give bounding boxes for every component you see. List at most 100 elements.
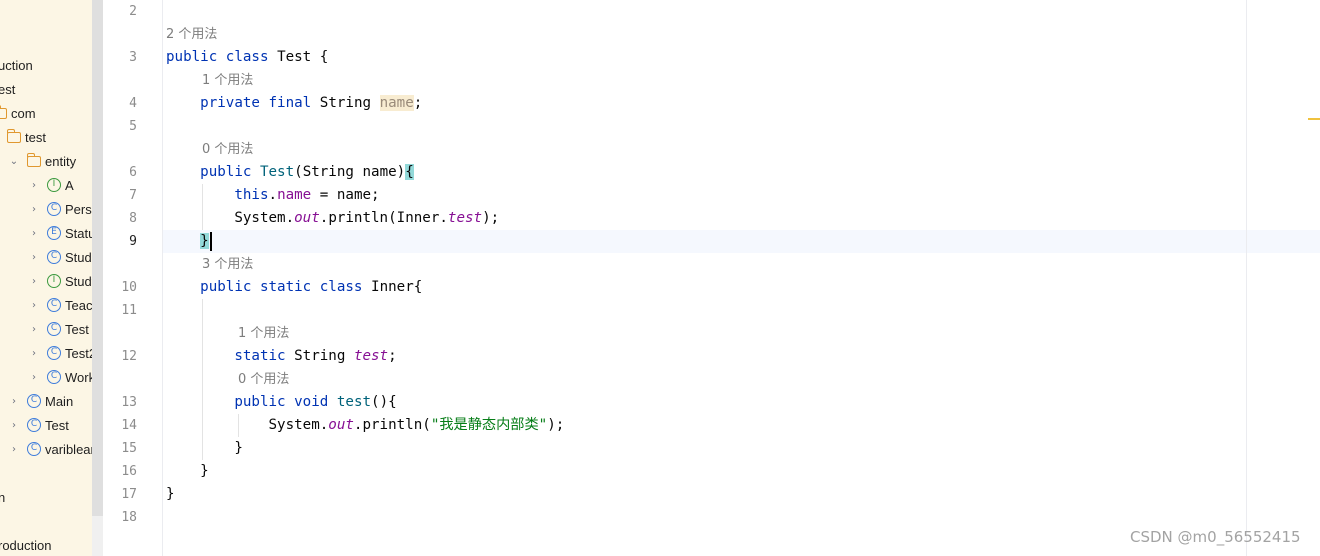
line-number[interactable]: 16	[103, 460, 137, 483]
tree-item-label: Status	[65, 225, 92, 241]
tree-item[interactable]: ⌄test	[0, 125, 92, 149]
line-number[interactable]: 2	[103, 0, 137, 23]
keyword: static	[234, 348, 286, 364]
tree-item[interactable]: › IStudy	[28, 269, 92, 293]
class-name: Inner	[371, 279, 414, 295]
param-name: name	[336, 187, 372, 203]
chevron-right-icon[interactable]: ›	[8, 396, 20, 407]
usage-hint[interactable]: 1 个用法	[202, 69, 253, 92]
code-line[interactable]: public Test(String name){	[166, 161, 414, 184]
warning-stripe-marker[interactable]	[1308, 118, 1320, 120]
project-tree-scrollbar[interactable]	[92, 0, 103, 516]
tree-item[interactable]: est	[0, 77, 92, 101]
tree-item[interactable]: › I A	[28, 173, 92, 197]
project-tree-panel: uctionestcom⌄test⌄entity›IA›CPerso›EStat…	[0, 0, 92, 556]
type-name: String	[319, 95, 372, 111]
chevron-down-icon[interactable]: ⌄	[8, 156, 20, 167]
line-number[interactable]: 3	[103, 46, 137, 69]
code-line[interactable]: }	[166, 460, 209, 483]
static-field: test	[447, 210, 483, 226]
line-number[interactable]: 9	[103, 230, 137, 253]
keyword: public	[200, 279, 252, 295]
usage-hint[interactable]: 3 个用法	[202, 253, 253, 276]
class-name: System	[268, 417, 320, 433]
brace: }	[166, 486, 175, 502]
code-line[interactable]: System.out.println(Inner.test);	[166, 207, 499, 230]
code-line[interactable]: this.name = name;	[166, 184, 379, 207]
line-number[interactable]: 12	[103, 345, 137, 368]
chevron-right-icon[interactable]: ›	[28, 276, 40, 287]
tree-item-label: varibleari	[45, 441, 92, 457]
code-line[interactable]: public void test(){	[166, 391, 396, 414]
code-line[interactable]: static String test;	[166, 345, 396, 368]
code-line[interactable]: }	[166, 230, 209, 253]
chevron-right-icon[interactable]: ›	[28, 348, 40, 359]
line-number[interactable]: 17	[103, 483, 137, 506]
tree-item[interactable]: n	[0, 485, 92, 509]
tree-item-label: roduction	[0, 537, 52, 553]
keyword: class	[225, 49, 269, 65]
line-number[interactable]: 7	[103, 184, 137, 207]
chevron-right-icon[interactable]: ›	[28, 372, 40, 383]
code-line[interactable]: }	[166, 437, 243, 460]
code-line[interactable]: System.out.println("我是静态内部类");	[166, 414, 565, 437]
tree-item[interactable]: uction	[0, 53, 92, 77]
project-tree-scrollbar-track	[92, 516, 103, 556]
line-number[interactable]: 6	[103, 161, 137, 184]
tree-item-label: n	[0, 489, 6, 505]
tree-item[interactable]: roduction	[0, 533, 92, 556]
chevron-right-icon[interactable]: ›	[28, 180, 40, 191]
tree-item[interactable]: › EStatus	[28, 221, 92, 245]
tree-item[interactable]: › CWorke	[28, 365, 92, 389]
tree-item[interactable]: › C Test	[8, 413, 92, 437]
code-line[interactable]: public class Test {	[166, 46, 328, 69]
line-number[interactable]: 18	[103, 506, 137, 529]
matched-brace: {	[405, 164, 414, 180]
chevron-right-icon[interactable]: ›	[8, 444, 20, 455]
code-line[interactable]: public static class Inner{	[166, 276, 422, 299]
keyword: this	[234, 187, 269, 203]
code-line[interactable]: private final String name;	[166, 92, 422, 115]
usage-hint[interactable]: 0 个用法	[202, 138, 253, 161]
usage-hint[interactable]: 0 个用法	[238, 368, 289, 391]
line-number[interactable]: 13	[103, 391, 137, 414]
usage-hint[interactable]: 2 个用法	[166, 23, 217, 46]
tree-item[interactable]: › CPerso	[28, 197, 92, 221]
class-name: Inner	[396, 210, 440, 226]
folder-icon	[26, 152, 42, 168]
code-line[interactable]: }	[166, 483, 175, 506]
tree-item[interactable]: ⌄ entity	[8, 149, 92, 173]
tree-item[interactable]: com	[0, 101, 92, 125]
line-number[interactable]: 14	[103, 414, 137, 437]
usage-hint[interactable]: 1 个用法	[238, 322, 289, 345]
tree-item[interactable]: › CStude	[28, 245, 92, 269]
type-name: String	[302, 164, 354, 180]
chevron-right-icon[interactable]: ›	[28, 300, 40, 311]
field-name: name	[277, 187, 312, 203]
current-line-highlight	[103, 230, 1320, 253]
chevron-right-icon[interactable]: ›	[28, 204, 40, 215]
tree-item[interactable]: › C Test	[28, 317, 92, 341]
line-number[interactable]: 11	[103, 299, 137, 322]
chevron-right-icon[interactable]: ›	[28, 252, 40, 263]
line-number[interactable]: 4	[103, 92, 137, 115]
method-name: test	[336, 394, 372, 410]
tree-item-label: Test2	[65, 345, 92, 361]
tree-item[interactable]: › C Main	[8, 389, 92, 413]
tree-item[interactable]: › CTest2	[28, 341, 92, 365]
line-number[interactable]: 15	[103, 437, 137, 460]
static-field: test	[353, 348, 389, 364]
enum-icon: E	[46, 226, 62, 240]
constructor-name: Test	[259, 164, 295, 180]
chevron-right-icon[interactable]: ›	[28, 324, 40, 335]
line-number[interactable]: 5	[103, 115, 137, 138]
tree-item[interactable]: › CTeach	[28, 293, 92, 317]
chevron-right-icon[interactable]: ›	[8, 420, 20, 431]
line-number[interactable]: 8	[103, 207, 137, 230]
line-number[interactable]: 10	[103, 276, 137, 299]
tree-item-label: Study	[65, 273, 92, 289]
tree-item-label: est	[0, 81, 16, 97]
chevron-right-icon[interactable]: ›	[28, 228, 40, 239]
keyword: static	[259, 279, 312, 295]
tree-item[interactable]: › Cvaribleari	[8, 437, 92, 461]
